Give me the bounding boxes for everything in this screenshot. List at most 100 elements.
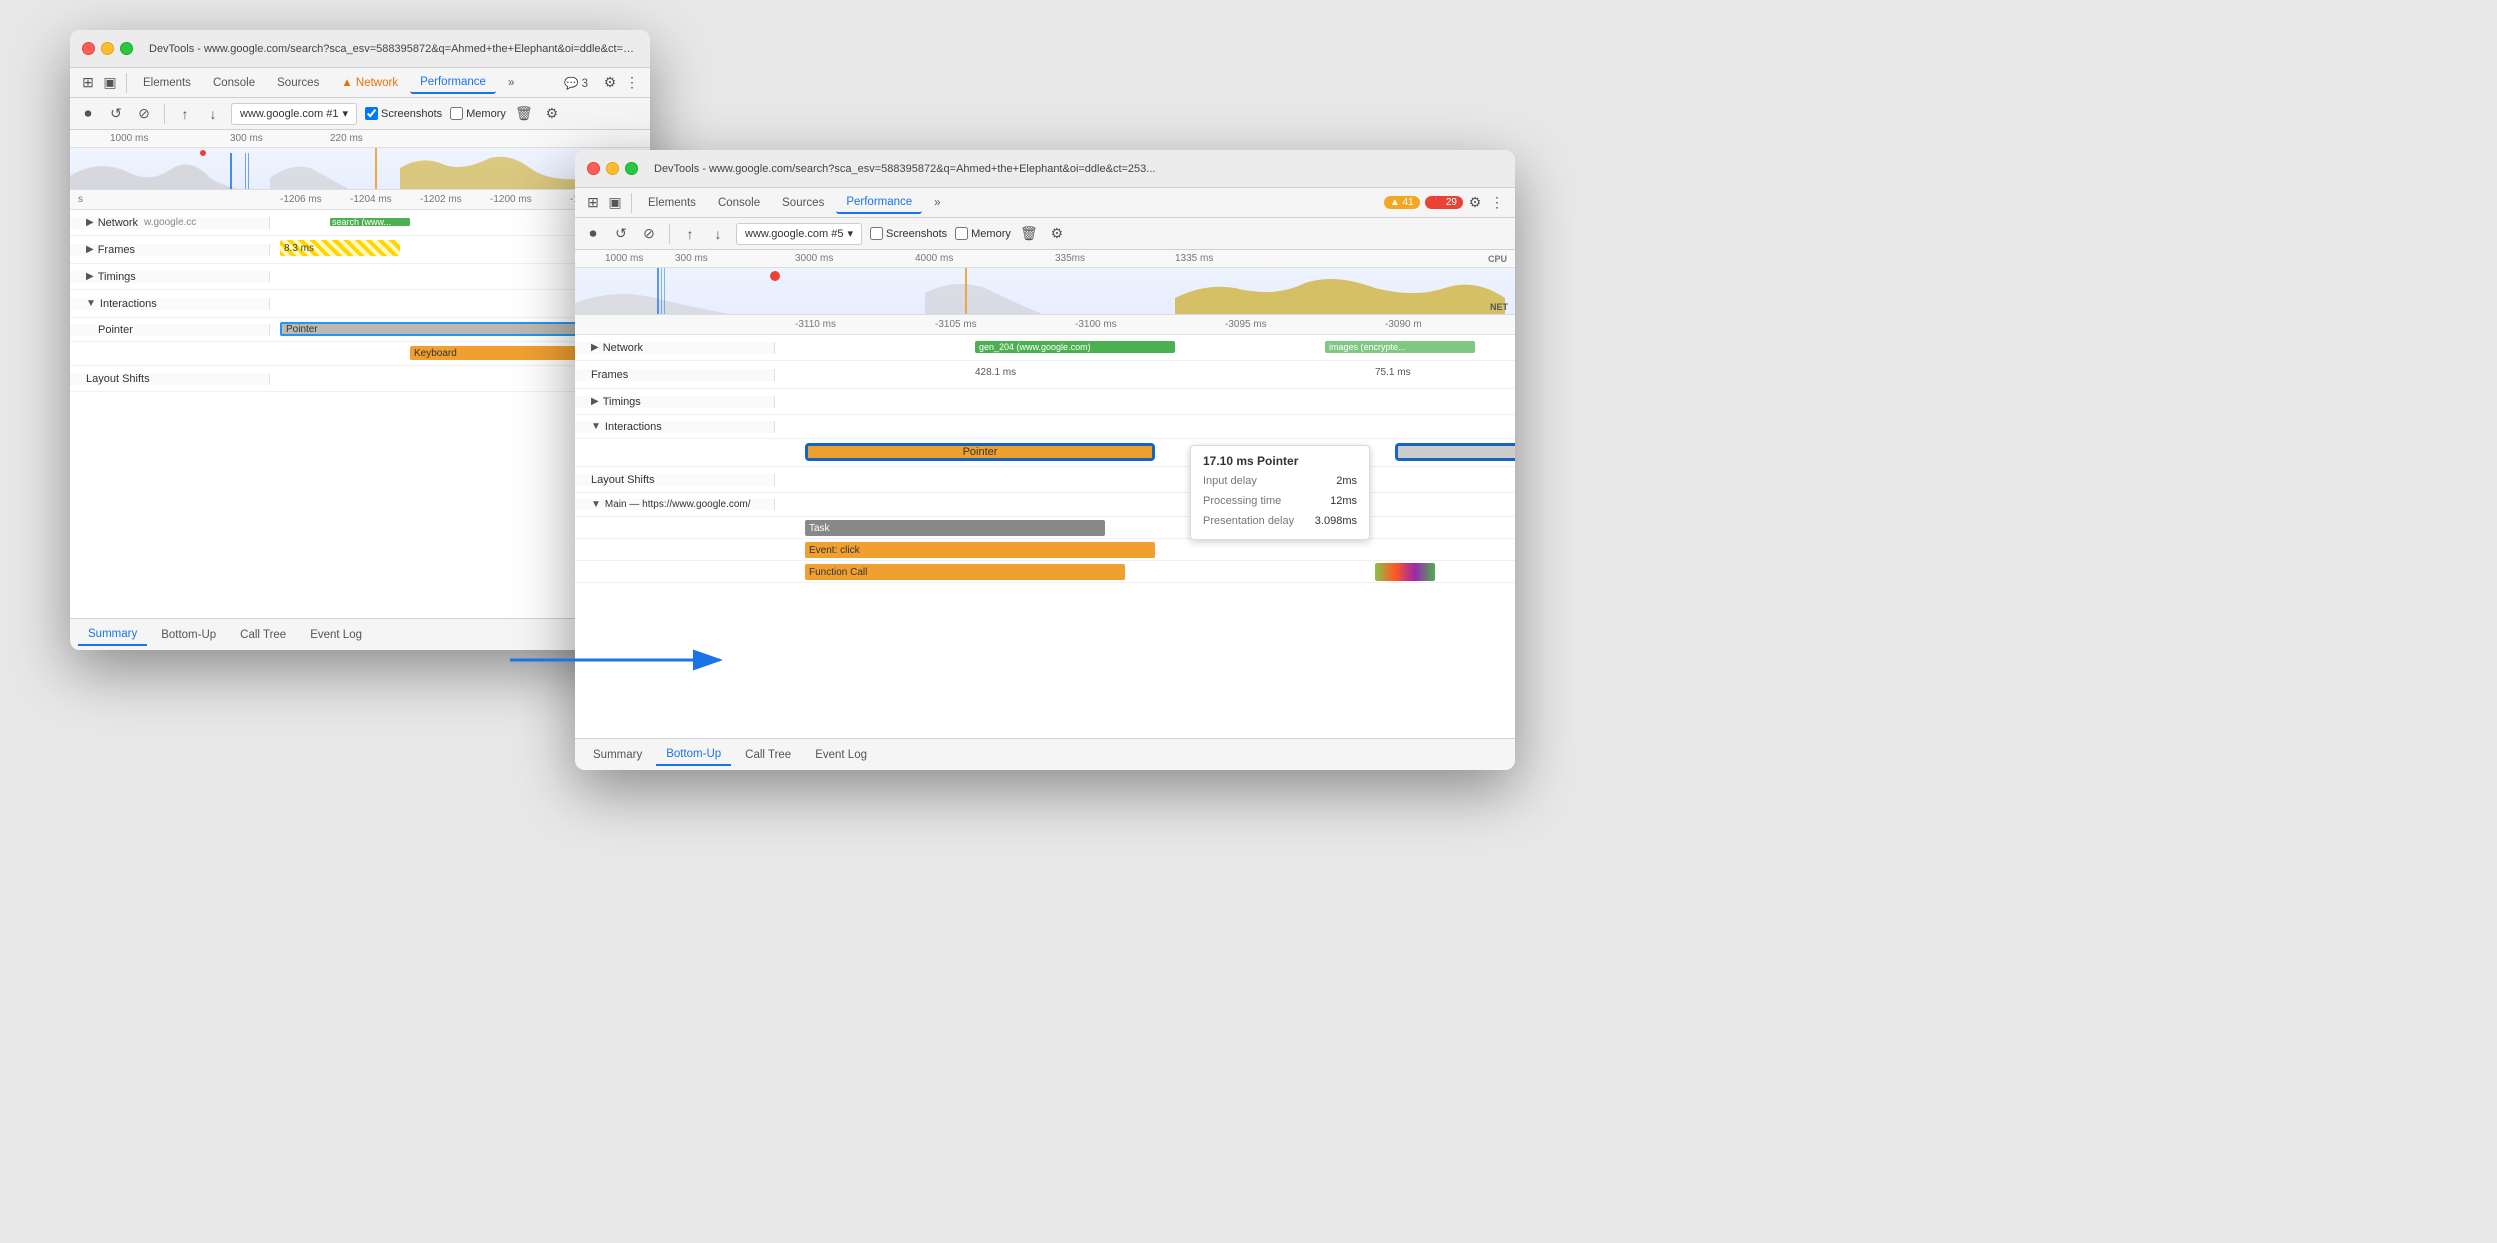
settings-icon-2[interactable]: ⚙ <box>1465 193 1485 213</box>
frames-arrow[interactable]: ▶ <box>86 244 94 255</box>
images-bar: images (encrypte... <box>1325 341 1475 353</box>
tab-performance-2[interactable]: Performance <box>836 192 922 214</box>
interaction-tooltip: 17.10 ms Pointer Input delay 2ms Process… <box>1190 445 1370 540</box>
network-track-2: ▶ Network gen_204 (www.google.com) image… <box>575 335 1515 361</box>
pointer-text-1: Pointer <box>98 324 133 336</box>
pointer-bar-1[interactable]: Pointer <box>280 322 590 336</box>
timings-arrow[interactable]: ▶ <box>86 271 94 282</box>
tab-event-log-2[interactable]: Event Log <box>805 745 877 765</box>
track-ruler-2: -3110 ms -3105 ms -3100 ms -3095 ms -309… <box>575 315 1515 335</box>
task-bar-2: Task <box>805 520 1105 536</box>
tab-bottom-up-2[interactable]: Bottom-Up <box>656 744 731 766</box>
close-button-1[interactable] <box>82 42 95 55</box>
interactions-content-2 <box>775 415 1515 438</box>
timings-track-2: ▶ Timings <box>575 389 1515 415</box>
minimize-button-2[interactable] <box>606 162 619 175</box>
pointer-bar-2-right[interactable] <box>1395 443 1515 461</box>
tab-performance-1[interactable]: Performance <box>410 72 496 94</box>
bottom-tabs-2: Summary Bottom-Up Call Tree Event Log <box>575 738 1515 770</box>
frames-bar-1: 8.3 ms <box>280 240 400 256</box>
tab-summary-2[interactable]: Summary <box>583 745 652 765</box>
tab-event-log-1[interactable]: Event Log <box>300 625 372 645</box>
tab-summary-1[interactable]: Summary <box>78 624 147 646</box>
trash-icon-2[interactable]: 🗑 <box>1019 224 1039 244</box>
camera-icon-1[interactable]: ⚙ <box>542 104 562 124</box>
more-icon-1[interactable]: ⋮ <box>622 73 642 93</box>
tab-network-1[interactable]: ▲ Network <box>331 73 408 93</box>
download-icon-1[interactable]: ↓ <box>203 104 223 124</box>
device-icon[interactable]: ▣ <box>100 73 120 93</box>
minimize-button-1[interactable] <box>101 42 114 55</box>
tooltip-input-value: 2ms <box>1336 472 1357 492</box>
trash-icon-1[interactable]: 🗑 <box>514 104 534 124</box>
tab-bottom-up-1[interactable]: Bottom-Up <box>151 625 226 645</box>
main-row-2: ▼ Main — https://www.google.com/ <box>575 493 1515 517</box>
maximize-button-1[interactable] <box>120 42 133 55</box>
tab-elements-1[interactable]: Elements <box>133 73 201 93</box>
tab-sources-1[interactable]: Sources <box>267 73 329 93</box>
url-selector-1[interactable]: www.google.com #1 ▾ <box>231 103 357 125</box>
interactions-arrow[interactable]: ▼ <box>86 298 96 309</box>
refresh-icon-2[interactable]: ↺ <box>611 224 631 244</box>
main-arrow[interactable]: ▼ <box>591 499 601 510</box>
more-icon-2[interactable]: ⋮ <box>1487 193 1507 213</box>
devtools-window-1: DevTools - www.google.com/search?sca_esv… <box>70 30 650 650</box>
tracks-area-2: ▶ Network gen_204 (www.google.com) image… <box>575 335 1515 738</box>
frames-content-2: 428.1 ms 75.1 ms <box>775 361 1515 388</box>
clear-icon-1[interactable]: ⊘ <box>134 104 154 124</box>
bottom-tabs-1: Summary Bottom-Up Call Tree Event Log <box>70 618 650 650</box>
event-click-bar: Event: click <box>805 542 1155 558</box>
maximize-button-2[interactable] <box>625 162 638 175</box>
url-selector-2[interactable]: www.google.com #5 ▾ <box>736 223 862 245</box>
refresh-icon-1[interactable]: ↺ <box>106 104 126 124</box>
r2-tick3: -3100 ms <box>1075 319 1117 330</box>
url-dropdown-icon-2[interactable]: ▾ <box>847 227 853 240</box>
interactions-track-row: ▼ Interactions <box>70 290 650 318</box>
tab-call-tree-1[interactable]: Call Tree <box>230 625 296 645</box>
network-text-1: Network <box>98 217 138 229</box>
task-content-2: Task <box>775 517 1515 538</box>
selector-icon[interactable]: ⊞ <box>78 73 98 93</box>
t2-tick4: 4000 ms <box>915 253 953 264</box>
tab-more-1[interactable]: » <box>498 73 524 93</box>
tab-more-2[interactable]: » <box>924 193 950 213</box>
network-arrow-2[interactable]: ▶ <box>591 342 599 353</box>
device-icon-2[interactable]: ▣ <box>605 193 625 213</box>
tick-220: 220 ms <box>330 133 363 144</box>
layout-shifts-label-2: Layout Shifts <box>575 474 775 486</box>
tab-sources-2[interactable]: Sources <box>772 193 834 213</box>
url-text-2: www.google.com #5 <box>745 228 843 240</box>
close-button-2[interactable] <box>587 162 600 175</box>
main-content-2 <box>775 493 1515 516</box>
frames-track-2: Frames 428.1 ms 75.1 ms <box>575 361 1515 389</box>
r2-tick1: -3110 ms <box>795 319 836 330</box>
pointer-bar-2-main[interactable]: Pointer <box>805 443 1155 461</box>
frames-label-1: ▶ Frames <box>70 244 270 256</box>
upload-icon-2[interactable]: ↑ <box>680 224 700 244</box>
tab-call-tree-2[interactable]: Call Tree <box>735 745 801 765</box>
memory-check-2[interactable]: Memory <box>955 227 1011 240</box>
record-icon-2[interactable]: ⏺ <box>583 224 603 244</box>
settings-icon-1[interactable]: ⚙ <box>600 73 620 93</box>
interactions-label-2: ▼ Interactions <box>575 421 775 433</box>
screenshots-check-1[interactable]: Screenshots <box>365 107 442 120</box>
download-icon-2[interactable]: ↓ <box>708 224 728 244</box>
network-arrow[interactable]: ▶ <box>86 217 94 228</box>
interactions-arrow-2[interactable]: ▼ <box>591 421 601 432</box>
selector-icon-2[interactable]: ⊞ <box>583 193 603 213</box>
screenshots-check-2[interactable]: Screenshots <box>870 227 947 240</box>
upload-icon-1[interactable]: ↑ <box>175 104 195 124</box>
memory-check-1[interactable]: Memory <box>450 107 506 120</box>
tab-console-1[interactable]: Console <box>203 73 265 93</box>
tab-console-2[interactable]: Console <box>708 193 770 213</box>
tab-chat-badge[interactable]: 💬 3 <box>554 72 598 94</box>
record-icon-1[interactable]: ⏺ <box>78 104 98 124</box>
frames-text-1: Frames <box>98 244 135 256</box>
settings-perf-icon-2[interactable]: ⚙ <box>1047 224 1067 244</box>
tooltip-input-label: Input delay <box>1203 472 1257 492</box>
layout-shifts-row-1: Layout Shifts <box>70 366 650 392</box>
tab-elements-2[interactable]: Elements <box>638 193 706 213</box>
clear-icon-2[interactable]: ⊘ <box>639 224 659 244</box>
timings-arrow-2[interactable]: ▶ <box>591 396 599 407</box>
url-dropdown-icon[interactable]: ▾ <box>342 107 348 120</box>
